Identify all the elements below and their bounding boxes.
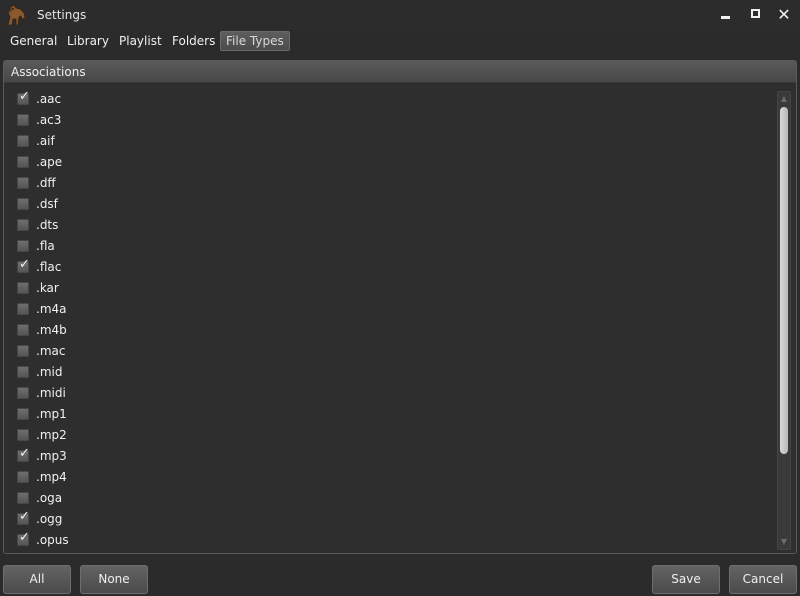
- save-button[interactable]: Save: [652, 565, 720, 594]
- check-icon: ✓: [19, 446, 30, 461]
- tab-folders[interactable]: Folders: [166, 31, 221, 51]
- scroll-up-icon[interactable]: ▲: [778, 93, 790, 105]
- checkbox[interactable]: [17, 492, 29, 504]
- tab-library[interactable]: Library: [61, 31, 115, 51]
- list-item[interactable]: ✓ .mp3: [4, 446, 764, 467]
- associations-panel: Associations ✓ .aac .ac3 .aif .ape .dff .dsf .d…: [3, 60, 797, 554]
- checkbox[interactable]: [17, 156, 29, 168]
- list-item[interactable]: .midi: [4, 383, 764, 404]
- list-item[interactable]: .aif: [4, 131, 764, 152]
- scroll-thumb[interactable]: [780, 107, 788, 454]
- checkbox[interactable]: ✓: [17, 257, 30, 273]
- close-icon: ✕: [777, 5, 791, 24]
- list-item[interactable]: .mid: [4, 362, 764, 383]
- checkbox[interactable]: [17, 429, 29, 441]
- checkbox[interactable]: ✓: [17, 446, 30, 462]
- list-item[interactable]: .fla: [4, 236, 764, 257]
- select-all-button[interactable]: All: [3, 565, 71, 594]
- list-item[interactable]: .mac: [4, 341, 764, 362]
- checkbox[interactable]: [17, 303, 29, 315]
- list-item[interactable]: .mp1: [4, 404, 764, 425]
- file-extension-label: .m4a: [36, 302, 67, 316]
- window-title: Settings: [37, 8, 87, 22]
- vertical-scrollbar[interactable]: ▲ ▼: [777, 91, 791, 550]
- file-extension-label: .mp1: [36, 407, 67, 421]
- list-item[interactable]: .m4b: [4, 320, 764, 341]
- cancel-button[interactable]: Cancel: [729, 565, 797, 594]
- file-extension-label: .ape: [36, 155, 63, 169]
- minimize-button[interactable]: [712, 4, 738, 26]
- file-extension-label: .fla: [36, 239, 55, 253]
- file-extension-label: .mp4: [36, 470, 67, 484]
- file-extension-label: .m4b: [36, 323, 67, 337]
- file-extension-label: .dff: [36, 176, 56, 190]
- checkbox[interactable]: [17, 366, 29, 378]
- tab-general[interactable]: General: [4, 31, 63, 51]
- list-item[interactable]: .mp2: [4, 425, 764, 446]
- checkbox[interactable]: [17, 177, 29, 189]
- file-extension-label: .kar: [36, 281, 59, 295]
- check-icon: ✓: [19, 530, 30, 545]
- maximize-icon: [750, 8, 760, 18]
- file-extension-label: .mac: [36, 344, 66, 358]
- checkbox[interactable]: ✓: [17, 509, 30, 525]
- file-extension-label: .dts: [36, 218, 59, 232]
- check-icon: ✓: [19, 89, 30, 104]
- list-item[interactable]: ✓ .aac: [4, 89, 764, 110]
- checkbox[interactable]: [17, 282, 29, 294]
- list-item[interactable]: .dsf: [4, 194, 764, 215]
- file-extension-label: .ogg: [36, 512, 63, 526]
- list-item[interactable]: ✓ .flac: [4, 257, 764, 278]
- list-item[interactable]: .m4a: [4, 299, 764, 320]
- checkbox[interactable]: ✓: [17, 89, 30, 105]
- close-button[interactable]: ✕: [771, 4, 797, 26]
- file-extension-label: .mp2: [36, 428, 67, 442]
- horse-app-icon: [7, 4, 26, 26]
- scroll-down-icon[interactable]: ▼: [778, 536, 790, 548]
- select-none-button[interactable]: None: [80, 565, 148, 594]
- maximize-button[interactable]: [742, 4, 768, 26]
- check-icon: ✓: [19, 257, 30, 272]
- checkbox[interactable]: [17, 387, 29, 399]
- checkbox[interactable]: [17, 198, 29, 210]
- list-item[interactable]: .ape: [4, 152, 764, 173]
- tab-file-types[interactable]: File Types: [220, 31, 290, 51]
- list-item[interactable]: .kar: [4, 278, 764, 299]
- associations-header: Associations: [4, 61, 796, 83]
- file-extension-label: .dsf: [36, 197, 58, 211]
- minimize-icon: [720, 16, 730, 19]
- list-item[interactable]: ✓ .opus: [4, 530, 764, 551]
- list-item[interactable]: .mp4: [4, 467, 764, 488]
- checkbox[interactable]: [17, 324, 29, 336]
- tab-bar: General Library Playlist Folders File Ty…: [0, 30, 800, 52]
- checkbox[interactable]: [17, 135, 29, 147]
- file-extension-label: .mp3: [36, 449, 67, 463]
- checkbox[interactable]: [17, 240, 29, 252]
- list-item[interactable]: .oga: [4, 488, 764, 509]
- list-item[interactable]: .dts: [4, 215, 764, 236]
- file-extension-label: .flac: [36, 260, 62, 274]
- file-extension-label: .aac: [36, 92, 62, 106]
- file-extension-label: .opus: [36, 533, 69, 547]
- checkbox[interactable]: ✓: [17, 530, 30, 546]
- file-extension-label: .mid: [36, 365, 63, 379]
- checkbox[interactable]: [17, 408, 29, 420]
- check-icon: ✓: [19, 509, 30, 524]
- checkbox[interactable]: [17, 471, 29, 483]
- file-extension-label: .midi: [36, 386, 66, 400]
- file-extension-label: .aif: [36, 134, 55, 148]
- file-extension-label: .oga: [36, 491, 63, 505]
- checkbox[interactable]: [17, 219, 29, 231]
- tab-playlist[interactable]: Playlist: [113, 31, 168, 51]
- file-extension-label: .ac3: [36, 113, 62, 127]
- list-item[interactable]: .dff: [4, 173, 764, 194]
- file-type-list: ✓ .aac .ac3 .aif .ape .dff .dsf .dts .fla ✓ .flac.…: [4, 89, 764, 551]
- title-bar: Settings ✕: [0, 0, 800, 30]
- checkbox[interactable]: [17, 114, 29, 126]
- list-item[interactable]: ✓ .ogg: [4, 509, 764, 530]
- checkbox[interactable]: [17, 345, 29, 357]
- list-item[interactable]: .ac3: [4, 110, 764, 131]
- associations-list-area: ✓ .aac .ac3 .aif .ape .dff .dsf .dts .fla ✓ .flac.…: [4, 84, 796, 553]
